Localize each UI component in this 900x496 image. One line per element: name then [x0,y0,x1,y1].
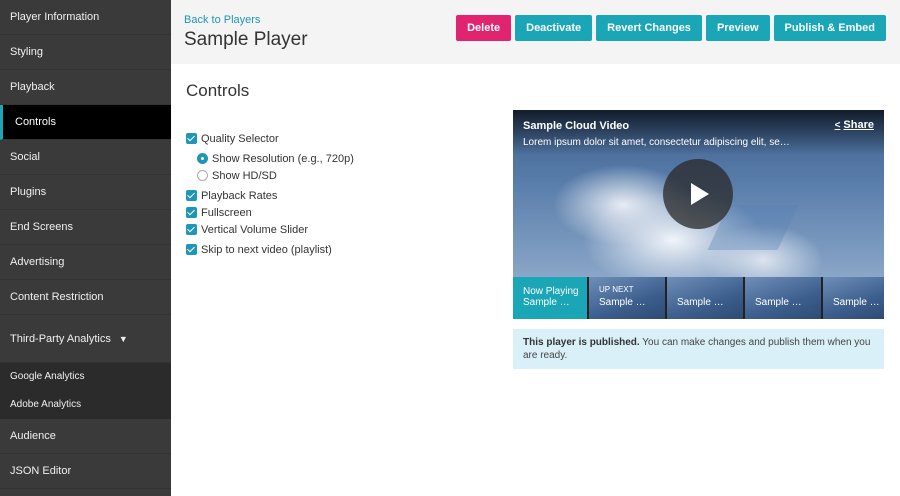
page-title: Sample Player [184,29,308,50]
playlist-strip: Now Playing Sample … UP NEXT Sample … Sa… [513,277,884,319]
sidebar-item-advertising[interactable]: Advertising [0,245,171,280]
sidebar-item-styling[interactable]: Styling [0,35,171,70]
main-content: Back to Players Sample Player Delete Dea… [171,0,900,496]
quality-selector-label: Quality Selector [201,132,279,145]
share-icon: < [834,119,841,131]
skip-next-checkbox[interactable] [186,244,197,255]
playback-rates-label: Playback Rates [201,189,278,202]
caret-down-icon: ▼ [118,334,128,344]
video-player-preview: Sample Cloud Video Lorem ipsum dolor sit… [513,110,884,319]
up-next-label: UP NEXT [599,285,634,294]
playlist-item-up-next[interactable]: UP NEXT Sample … [589,277,665,319]
show-resolution-option[interactable]: Show Resolution (e.g., 720p) [186,150,354,167]
fullscreen-checkbox[interactable] [186,207,197,218]
notice-bold-text: This player is published. [523,337,640,348]
title-overlay [513,110,884,155]
preview-button[interactable]: Preview [705,15,770,41]
quality-selector-checkbox[interactable] [186,133,197,144]
vertical-volume-label: Vertical Volume Slider [201,223,308,236]
share-label: Share [843,119,874,131]
fullscreen-option[interactable]: Fullscreen [186,204,354,221]
play-icon[interactable] [663,159,733,229]
fullscreen-label: Fullscreen [201,206,252,219]
sidebar-item-json-editor[interactable]: JSON Editor [0,454,171,489]
playback-rates-checkbox[interactable] [186,190,197,201]
sidebar-subitem-google-analytics[interactable]: Google Analytics [0,363,171,391]
publish-embed-button[interactable]: Publish & Embed [773,15,886,41]
playlist-item-now-playing[interactable]: Now Playing Sample … [513,277,587,319]
sidebar-item-label: Third-Party Analytics [10,333,111,345]
show-resolution-radio[interactable] [197,153,208,164]
action-toolbar: Delete Deactivate Revert Changes Preview… [456,15,886,41]
sidebar-item-plugins[interactable]: Plugins [0,175,171,210]
vertical-volume-option[interactable]: Vertical Volume Slider [186,221,354,238]
playlist-item[interactable]: Sample … [823,277,884,319]
sidebar-item-controls[interactable]: Controls [0,105,171,140]
sidebar-item-content-restriction[interactable]: Content Restriction [0,280,171,315]
show-hdsd-radio[interactable] [197,170,208,181]
up-next-title: Sample … [599,297,646,308]
playlist-item-title: Sample … [755,297,802,308]
delete-button[interactable]: Delete [456,15,512,41]
skip-next-label: Skip to next video (playlist) [201,243,332,256]
section-title: Controls [186,81,250,100]
revert-changes-button[interactable]: Revert Changes [596,15,702,41]
sidebar-subitem-adobe-analytics[interactable]: Adobe Analytics [0,391,171,419]
playback-rates-option[interactable]: Playback Rates [186,187,354,204]
sidebar-item-social[interactable]: Social [0,140,171,175]
controls-options: Quality Selector Show Resolution (e.g., … [186,130,354,258]
playlist-item[interactable]: Sample … [745,277,821,319]
video-description: Lorem ipsum dolor sit amet, consectetur … [523,137,790,148]
video-title: Sample Cloud Video [523,120,630,132]
now-playing-label: Now Playing [523,286,579,297]
published-notice: This player is published. You can make c… [513,329,884,369]
page-header: Back to Players Sample Player Delete Dea… [171,0,900,64]
show-hdsd-option[interactable]: Show HD/SD [186,167,354,184]
sidebar-item-third-party-analytics[interactable]: Third-Party Analytics ▼ [0,315,171,363]
show-hdsd-label: Show HD/SD [212,169,277,182]
quality-selector-option[interactable]: Quality Selector [186,130,354,147]
share-button[interactable]: < Share [835,119,874,131]
show-resolution-label: Show Resolution (e.g., 720p) [212,152,354,165]
playlist-item[interactable]: Sample … [667,277,743,319]
sidebar: Player Information Styling Playback Cont… [0,0,171,496]
back-to-players-link[interactable]: Back to Players [184,14,260,26]
now-playing-title: Sample … [523,297,570,308]
sidebar-item-audience[interactable]: Audience [0,419,171,454]
playlist-item-title: Sample … [833,297,880,308]
playlist-item-title: Sample … [677,297,724,308]
deactivate-button[interactable]: Deactivate [515,15,593,41]
sidebar-item-player-information[interactable]: Player Information [0,0,171,35]
skip-next-option[interactable]: Skip to next video (playlist) [186,241,354,258]
sidebar-item-playback[interactable]: Playback [0,70,171,105]
vertical-volume-checkbox[interactable] [186,224,197,235]
sidebar-item-end-screens[interactable]: End Screens [0,210,171,245]
